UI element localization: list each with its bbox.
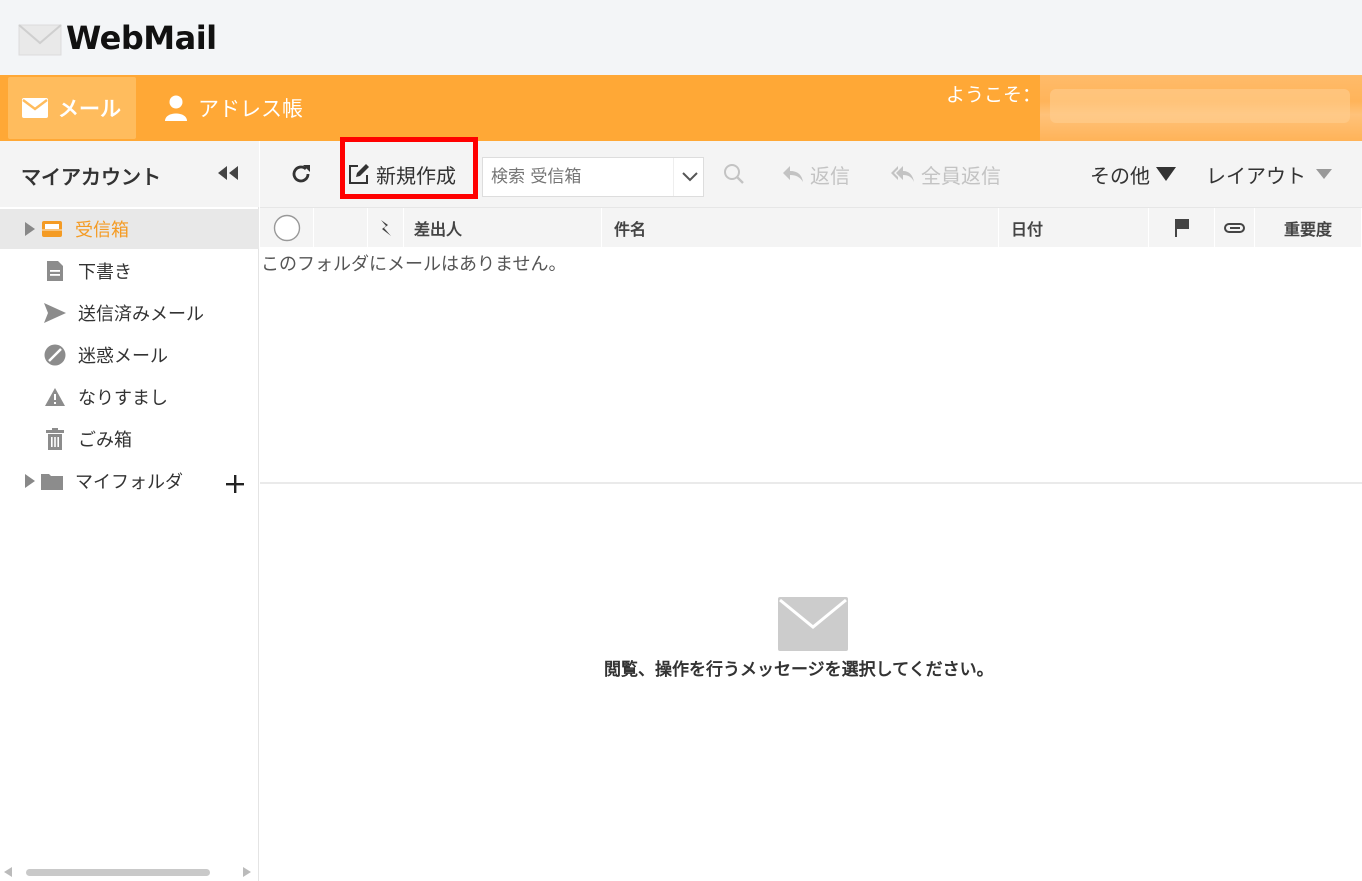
col-attachment[interactable] <box>1215 208 1255 248</box>
envelope-logo-icon <box>18 24 62 56</box>
expand-triangle-icon[interactable] <box>0 461 44 501</box>
caret-down-icon <box>1316 169 1332 179</box>
search-box[interactable] <box>482 157 704 197</box>
reply-button[interactable]: 返信 <box>782 141 850 207</box>
col-flag[interactable] <box>1149 208 1215 248</box>
col-from[interactable]: 差出人 <box>404 208 602 248</box>
col-spacer <box>314 208 368 248</box>
reply-label: 返信 <box>810 163 850 188</box>
layout-menu-button[interactable]: レイアウト <box>1206 141 1338 207</box>
welcome-text: ようこそ： <box>946 84 1042 106</box>
refresh-button[interactable] <box>290 141 318 207</box>
folder-my-folders[interactable]: マイフォルダ <box>0 461 215 501</box>
search-icon <box>724 164 744 184</box>
logo-bar: WebMail <box>0 0 1362 75</box>
mail-icon <box>22 98 48 118</box>
draft-icon <box>44 260 66 282</box>
col-priority-label: 重要度 <box>1283 220 1332 239</box>
folder-sent[interactable]: 送信済みメール <box>0 293 259 333</box>
folder-label: 受信箱 <box>75 220 129 241</box>
flag-icon <box>1174 219 1189 237</box>
chevron-down-icon <box>681 172 698 182</box>
nav-address-book-tab[interactable]: アドレス帳 <box>160 77 303 139</box>
trash-icon <box>44 428 66 450</box>
blurred-user-info <box>1040 75 1362 141</box>
envelope-placeholder-icon <box>778 597 848 651</box>
circle-checkbox-icon <box>273 214 300 242</box>
sidebar-header: マイアカウント <box>0 141 259 207</box>
compose-highlight-box <box>340 137 478 199</box>
nav-mail-tab[interactable]: メール <box>8 77 136 139</box>
reply-all-button[interactable]: 全員返信 <box>891 141 1001 207</box>
col-date[interactable]: 日付 <box>999 208 1149 248</box>
warning-icon <box>44 386 66 408</box>
search-scope-dropdown[interactable] <box>673 158 705 196</box>
folder-label: マイフォルダ <box>75 472 183 493</box>
reply-icon <box>783 166 803 182</box>
folder-label: ごみ箱 <box>78 430 132 451</box>
refresh-icon <box>292 165 310 183</box>
preview-placeholder-message: 閲覧、操作を行うメッセージを選択してください。 <box>604 660 994 680</box>
folder-spam[interactable]: 迷惑メール <box>0 335 259 375</box>
col-subject-label: 件名 <box>614 220 647 239</box>
folder-label: 送信済みメール <box>78 304 204 325</box>
collapse-sidebar-icon[interactable] <box>215 163 241 183</box>
inbox-icon <box>41 218 63 240</box>
folder-drafts[interactable]: 下書き <box>0 251 259 291</box>
search-button[interactable] <box>723 141 751 207</box>
scrollbar-thumb[interactable] <box>26 869 210 876</box>
sent-icon <box>44 302 66 324</box>
folder-label: なりすまし <box>78 388 168 409</box>
scroll-left-icon[interactable] <box>4 867 12 877</box>
empty-folder-message: このフォルダにメールはありません。 <box>261 254 567 275</box>
message-list <box>260 247 1362 484</box>
folder-spoofing[interactable]: なりすまし <box>0 377 259 417</box>
sidebar: マイアカウント 受信箱 下書き 送信済みメール 迷惑メール なりすまし ごみ箱 … <box>0 141 259 881</box>
reply-all-icon <box>891 166 914 182</box>
scroll-right-icon[interactable] <box>243 867 251 877</box>
select-all-checkbox[interactable] <box>260 208 314 248</box>
add-folder-icon[interactable] <box>222 471 248 497</box>
reply-all-label: 全員返信 <box>921 163 1001 188</box>
col-priority[interactable]: 重要度 <box>1255 208 1362 248</box>
col-date-label: 日付 <box>1011 220 1044 239</box>
col-subject[interactable]: 件名 <box>602 208 999 248</box>
app-logo[interactable]: WebMail <box>66 19 217 57</box>
message-list-header: 差出人 件名 日付 重要度 <box>260 207 1362 248</box>
person-icon <box>165 95 187 121</box>
col-thread[interactable] <box>368 208 404 248</box>
col-from-label: 差出人 <box>414 220 463 239</box>
nav-mail-label: メール <box>58 97 121 121</box>
main-nav: メール アドレス帳 ようこそ： <box>0 75 1362 141</box>
layout-label: レイアウト <box>1206 163 1306 188</box>
folder-icon <box>41 470 63 492</box>
spam-icon <box>44 344 66 366</box>
caret-down-icon <box>1156 167 1176 181</box>
nav-address-book-label: アドレス帳 <box>198 97 303 121</box>
folder-trash[interactable]: ごみ箱 <box>0 419 259 459</box>
folder-inbox[interactable]: 受信箱 <box>0 209 259 249</box>
thread-icon <box>380 220 391 236</box>
sidebar-horizontal-scrollbar[interactable] <box>0 863 259 881</box>
folder-label: 迷惑メール <box>78 346 168 367</box>
account-title: マイアカウント <box>21 165 161 189</box>
paperclip-icon <box>1223 223 1245 233</box>
search-input[interactable] <box>483 158 673 196</box>
more-label: その他 <box>1090 163 1150 188</box>
folder-label: 下書き <box>78 262 132 283</box>
more-menu-button[interactable]: その他 <box>1090 141 1182 207</box>
expand-triangle-icon[interactable] <box>0 209 44 249</box>
